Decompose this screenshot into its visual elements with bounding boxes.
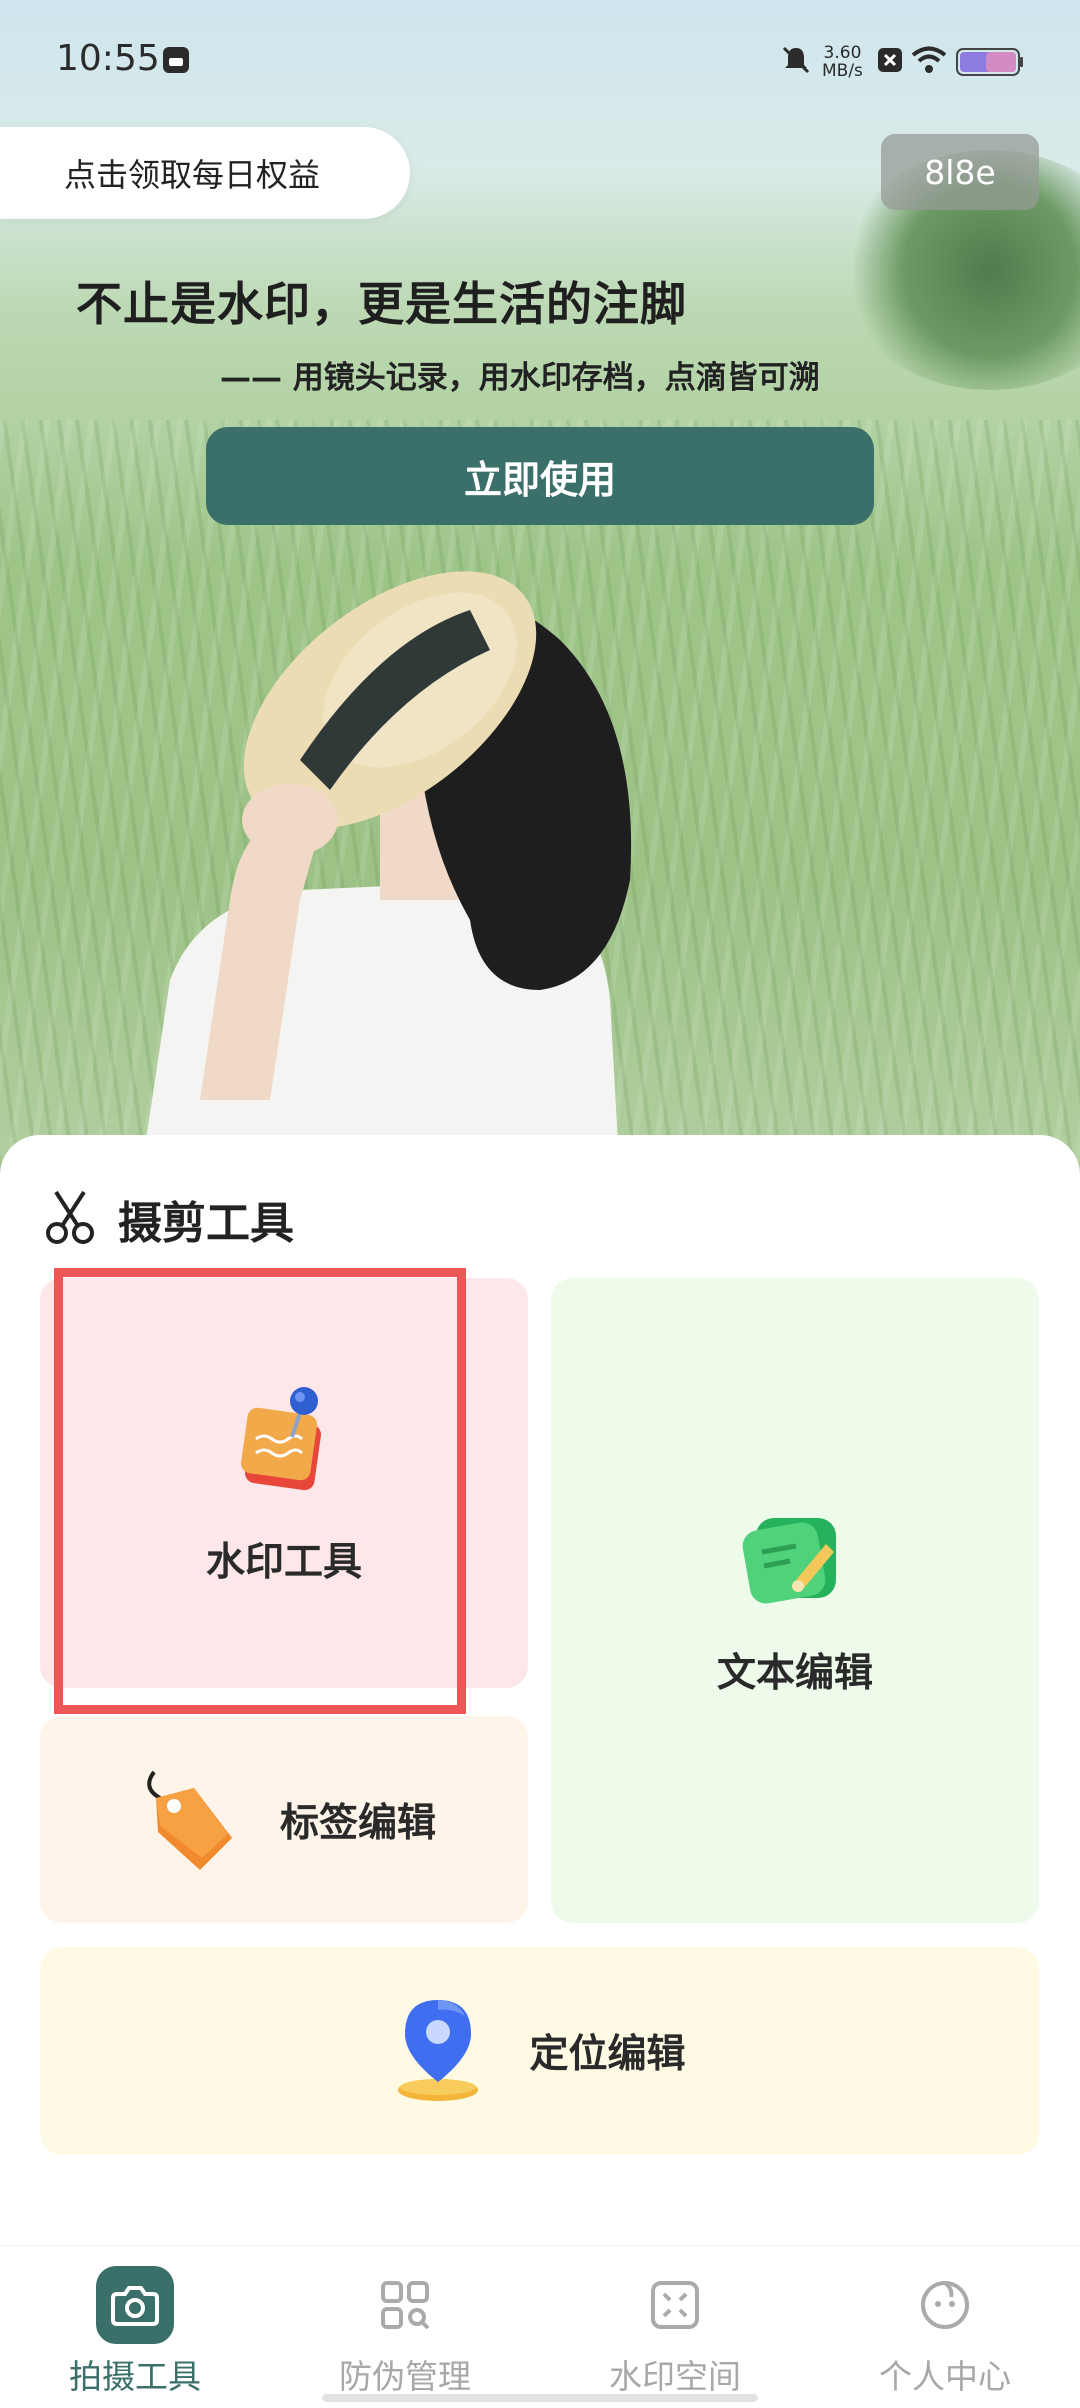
battery-icon	[956, 48, 1024, 80]
location-edit-card[interactable]: 定位编辑	[40, 1947, 1039, 2155]
nav-tab-anti-counterfeit[interactable]: 防伪管理	[270, 2246, 540, 2408]
section-title: 摄剪工具	[118, 1198, 294, 1249]
watermark-pin-icon	[234, 1379, 334, 1503]
nav-label-profile: 个人中心	[879, 2357, 1011, 2396]
qr-scan-icon	[366, 2266, 444, 2344]
notification-card-icon	[160, 44, 192, 80]
text-edit-card[interactable]: 文本编辑	[551, 1278, 1039, 1923]
network-speed-unit: MB/s	[822, 61, 863, 81]
nav-tab-capture-tools[interactable]: 拍摄工具	[0, 2246, 270, 2408]
text-edit-label: 文本编辑	[716, 1650, 873, 1696]
location-edit-label: 定位编辑	[529, 2032, 686, 2077]
use-now-label: 立即使用	[463, 459, 616, 502]
price-tag-icon	[132, 1758, 242, 1882]
section-header: 摄剪工具	[44, 1187, 294, 1251]
nav-tab-watermark-space[interactable]: 水印空间	[540, 2246, 810, 2408]
hero-subtitle: —— 用镜头记录，用水印存档，点滴皆可溯	[220, 360, 820, 396]
network-speed-value: 3.60	[823, 43, 862, 63]
use-now-button[interactable]: 立即使用	[206, 427, 874, 525]
mute-icon	[780, 44, 812, 80]
notepad-icon	[740, 1504, 850, 1618]
location-pin-icon	[393, 1994, 483, 2108]
focus-frame-icon	[636, 2266, 714, 2344]
hero-title: 不止是水印，更是生活的注脚	[76, 277, 687, 331]
scissors-icon	[44, 1188, 96, 1250]
smile-face-icon	[906, 2266, 984, 2344]
tools-panel: 摄剪工具 水印工具 文本编辑 标签编辑 定位编辑	[0, 1135, 1080, 2245]
daily-reward-label: 点击领取每日权益	[64, 156, 321, 194]
daily-reward-button[interactable]: 点击领取每日权益	[0, 127, 410, 219]
code-badge-label: 8l8e	[924, 152, 996, 192]
status-bar: 10:55 3.60 MB/s	[0, 0, 1080, 125]
nav-label-watermark-space: 水印空间	[609, 2357, 741, 2396]
home-indicator[interactable]	[322, 2394, 758, 2402]
close-box-icon	[876, 44, 904, 80]
watermark-tool-card[interactable]: 水印工具	[40, 1278, 528, 1688]
nav-tab-profile[interactable]: 个人中心	[810, 2246, 1080, 2408]
code-badge[interactable]: 8l8e	[881, 134, 1039, 210]
nav-label-anti-counterfeit: 防伪管理	[339, 2357, 471, 2396]
tag-edit-label: 标签编辑	[279, 1800, 436, 1846]
watermark-tool-label: 水印工具	[205, 1540, 362, 1585]
camera-icon	[96, 2266, 174, 2344]
bottom-nav: 拍摄工具 防伪管理 水印空间 个人中心	[0, 2245, 1080, 2408]
tag-edit-card[interactable]: 标签编辑	[40, 1716, 528, 1923]
nav-label-capture-tools: 拍摄工具	[69, 2357, 201, 2396]
status-time: 10:55	[56, 38, 160, 79]
wifi-icon	[910, 44, 948, 80]
network-speed: 3.60 MB/s	[822, 44, 863, 80]
